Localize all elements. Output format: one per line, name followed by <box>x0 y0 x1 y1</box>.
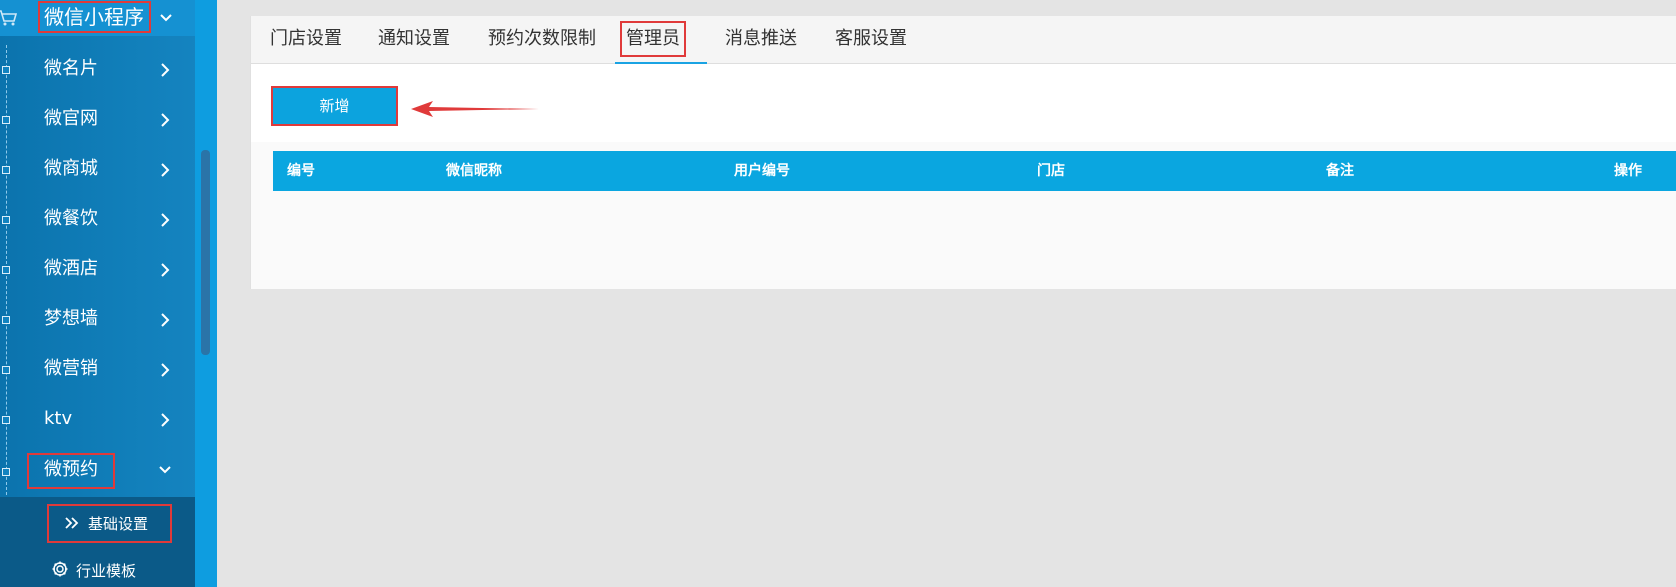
cart-icon <box>0 10 18 26</box>
column-header-remark: 备注 <box>1326 163 1354 179</box>
chevron-right-icon <box>161 263 170 277</box>
tree-node-icon <box>2 416 10 424</box>
column-header-user-id: 用户编号 <box>734 163 790 179</box>
tree-node-icon <box>2 266 10 274</box>
tab-message-push[interactable]: 消息推送 <box>725 16 797 64</box>
sidebar-submenu: 基础设置 行业模板 <box>0 497 195 587</box>
sidebar-app-header[interactable]: 微信小程序 <box>0 0 195 36</box>
tree-node-icon <box>2 166 10 174</box>
tab-administrators[interactable]: 管理员 <box>615 16 707 64</box>
chevron-right-icon <box>161 313 170 327</box>
chevron-down-icon <box>159 466 171 474</box>
column-header-store: 门店 <box>1037 163 1065 179</box>
sidebar-scrollbar[interactable] <box>201 150 210 355</box>
tab-label: 预约次数限制 <box>488 28 596 49</box>
sidebar-item-label: 微餐饮 <box>44 208 98 229</box>
tab-customer-service[interactable]: 客服设置 <box>835 16 907 64</box>
chevron-right-icon <box>161 63 170 77</box>
submenu-item-basic-settings[interactable]: 基础设置 <box>0 497 195 543</box>
submenu-item-label: 行业模板 <box>76 562 137 580</box>
tab-store-settings[interactable]: 门店设置 <box>270 16 342 64</box>
submenu-item-label: 基础设置 <box>88 515 149 533</box>
sidebar: 微信小程序 微名片 微官网 微商城 微餐饮 微酒店 梦想墙 微营销 ktv 微预… <box>0 0 217 587</box>
column-header-id: 编号 <box>287 163 315 179</box>
tree-node-icon <box>2 216 10 224</box>
sidebar-item-ktv[interactable]: ktv <box>0 395 195 445</box>
add-button-label: 新增 <box>275 90 394 122</box>
sidebar-item-label: 微名片 <box>44 58 98 79</box>
sidebar-item-catering[interactable]: 微餐饮 <box>0 195 195 245</box>
tab-label: 客服设置 <box>835 28 907 49</box>
sidebar-item-website[interactable]: 微官网 <box>0 95 195 145</box>
chevron-right-icon <box>161 163 170 177</box>
tab-notification-settings[interactable]: 通知设置 <box>378 16 450 64</box>
sidebar-item-label: 微官网 <box>44 108 98 129</box>
gear-icon <box>52 561 68 577</box>
tab-label: 通知设置 <box>378 28 450 49</box>
sidebar-item-hotel[interactable]: 微酒店 <box>0 245 195 295</box>
tree-node-icon <box>2 66 10 74</box>
column-header-actions: 操作 <box>1614 163 1642 179</box>
annotation-arrow-icon <box>411 101 539 117</box>
chevron-right-icon <box>161 413 170 427</box>
chevron-right-icon <box>161 363 170 377</box>
app-root: 微信小程序 微名片 微官网 微商城 微餐饮 微酒店 梦想墙 微营销 ktv 微预… <box>0 0 1676 587</box>
tab-bar: 门店设置 通知设置 预约次数限制 管理员 消息推送 客服设置 <box>251 16 1676 64</box>
sidebar-item-label: 微预约 <box>27 453 115 489</box>
sidebar-item-marketing[interactable]: 微营销 <box>0 345 195 395</box>
sidebar-item-dream-wall[interactable]: 梦想墙 <box>0 295 195 345</box>
tree-node-icon <box>2 468 10 476</box>
sidebar-item-label: 微酒店 <box>44 258 98 279</box>
add-button[interactable]: 新增 <box>271 86 398 126</box>
sidebar-item-label: 微商城 <box>44 158 98 179</box>
sidebar-item-label: ktv <box>44 408 73 429</box>
sidebar-item-card[interactable]: 微名片 <box>0 45 195 95</box>
sidebar-app-title: 微信小程序 <box>38 1 151 33</box>
double-chevron-right-icon <box>65 517 79 529</box>
tab-label: 门店设置 <box>270 28 342 49</box>
tree-node-icon <box>2 116 10 124</box>
submenu-item-industry-template[interactable]: 行业模板 <box>0 547 195 587</box>
content-panel: 门店设置 通知设置 预约次数限制 管理员 消息推送 客服设置 新增 编号 微信昵… <box>250 16 1676 289</box>
tree-node-icon <box>2 316 10 324</box>
tree-node-icon <box>2 366 10 374</box>
chevron-right-icon <box>161 113 170 127</box>
column-header-nickname: 微信昵称 <box>446 163 502 179</box>
tab-booking-limit[interactable]: 预约次数限制 <box>488 16 596 64</box>
sidebar-item-label: 梦想墙 <box>44 308 98 329</box>
chevron-right-icon <box>161 213 170 227</box>
chevron-down-icon <box>160 14 172 22</box>
sidebar-item-booking[interactable]: 微预约 <box>0 447 195 497</box>
sidebar-item-label: 微营销 <box>44 358 98 379</box>
sidebar-item-mall[interactable]: 微商城 <box>0 145 195 195</box>
action-bar: 新增 <box>251 64 1676 142</box>
table-header: 编号 微信昵称 用户编号 门店 备注 操作 <box>273 151 1676 191</box>
tab-label: 管理员 <box>620 21 686 57</box>
tab-label: 消息推送 <box>725 28 797 49</box>
